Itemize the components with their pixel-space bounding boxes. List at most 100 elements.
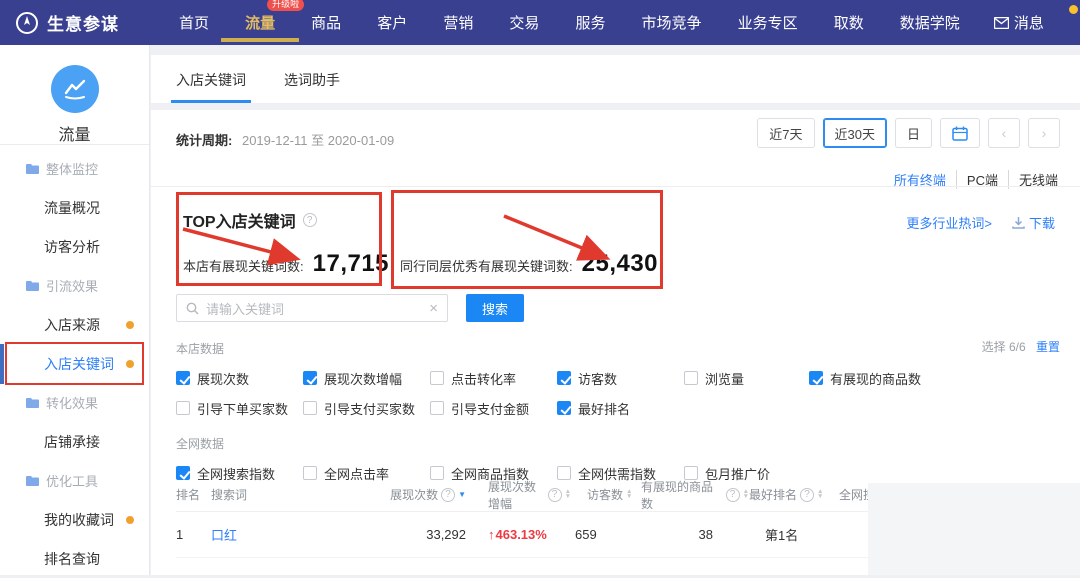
- peer-keyword-metric: 同行同层优秀有展现关键词数: 25,430: [400, 250, 658, 278]
- sidebar-item-my-favorite-words[interactable]: 我的收藏词: [0, 500, 149, 539]
- stat-period: 统计周期: 2019-12-11 至 2020-01-09: [176, 130, 394, 149]
- clear-input-icon[interactable]: ×: [429, 300, 438, 317]
- selected-item-indicator: [0, 344, 4, 384]
- sidebar-item-store-undertake[interactable]: 店铺承接: [0, 422, 149, 461]
- cell-impressions: 33,292: [386, 527, 466, 542]
- option-best-rank[interactable]: 最好排名: [557, 397, 684, 419]
- checkbox[interactable]: [557, 371, 571, 385]
- option-guided-order-buyers[interactable]: 引导下单买家数: [176, 397, 303, 419]
- cell-products: 38: [641, 527, 749, 542]
- nav-item-trade[interactable]: 交易: [507, 8, 541, 37]
- help-icon[interactable]: ?: [800, 488, 814, 502]
- nav-item-home[interactable]: 首页: [177, 8, 211, 37]
- sort-icon[interactable]: ▲▼: [817, 490, 823, 499]
- app-brand[interactable]: 生意参谋: [15, 10, 119, 35]
- checkbox[interactable]: [430, 371, 444, 385]
- sidebar-item-visitor-analysis[interactable]: 访客分析: [0, 227, 149, 266]
- messages-entry[interactable]: 消息: [994, 12, 1044, 33]
- option-impression-growth[interactable]: 展现次数增幅: [303, 367, 430, 389]
- nav-item-data-fetch[interactable]: 取数: [832, 8, 866, 37]
- checkbox[interactable]: [684, 371, 698, 385]
- checkbox[interactable]: [430, 401, 444, 415]
- last-7-days-button[interactable]: 近7天: [757, 118, 814, 148]
- col-impressions[interactable]: 展现次数 ? ▼: [386, 486, 466, 503]
- section-divider: [151, 186, 1080, 187]
- sort-icon[interactable]: ▲▼: [626, 490, 632, 499]
- checkbox[interactable]: [809, 371, 823, 385]
- calendar-button[interactable]: [940, 118, 980, 148]
- sidebar-item-rank-query[interactable]: 排名查询: [0, 539, 149, 578]
- next-period-button[interactable]: ›: [1028, 118, 1060, 148]
- stat-period-value: 2019-12-11 至 2020-01-09: [242, 133, 394, 148]
- nav-item-business-zone[interactable]: 业务专区: [736, 8, 800, 37]
- more-industry-hotwords-link[interactable]: 更多行业热词>: [906, 213, 992, 232]
- sidebar-group-optimize-tools[interactable]: 优化工具: [0, 461, 149, 500]
- download-link[interactable]: 下载: [1012, 213, 1055, 232]
- reset-link[interactable]: 重置: [1036, 340, 1060, 354]
- checkbox[interactable]: [176, 401, 190, 415]
- cell-rank: 1: [176, 527, 211, 542]
- keyword-search-row: 请输入关键词 × 搜索: [176, 294, 524, 322]
- col-visitors[interactable]: 访客数 ▲▼: [571, 486, 641, 503]
- checkbox[interactable]: [176, 371, 190, 385]
- calendar-icon: [952, 126, 968, 141]
- sidebar: 流量 整体监控 流量概况 访客分析 引流效果 入店来源 入店关键词 转化效果 店…: [0, 45, 150, 575]
- help-icon[interactable]: ?: [303, 213, 317, 227]
- col-rank: 排名: [176, 486, 211, 503]
- prev-period-button[interactable]: ‹: [988, 118, 1020, 148]
- sidebar-group-conversion[interactable]: 转化效果: [0, 383, 149, 422]
- help-icon[interactable]: ?: [726, 488, 740, 502]
- tab-word-picker[interactable]: 选词助手: [284, 70, 340, 103]
- sidebar-group-overall-monitor[interactable]: 整体监控: [0, 149, 149, 188]
- sidebar-item-traffic-overview[interactable]: 流量概况: [0, 188, 149, 227]
- option-pageviews[interactable]: 浏览量: [684, 367, 809, 389]
- option-impressions[interactable]: 展现次数: [176, 367, 303, 389]
- nav-item-service[interactable]: 服务: [573, 8, 607, 37]
- help-icon[interactable]: ?: [548, 488, 562, 502]
- peer-metric-value: 25,430: [582, 250, 658, 278]
- keyword-search-input[interactable]: 请输入关键词 ×: [176, 294, 448, 322]
- folder-icon: [26, 397, 39, 408]
- option-guided-pay-buyers[interactable]: 引导支付买家数: [303, 397, 430, 419]
- selection-count: 选择 6/6: [982, 340, 1026, 354]
- orange-dot: [126, 516, 134, 524]
- option-products-with-impressions[interactable]: 有展现的商品数: [809, 367, 1062, 389]
- checkbox[interactable]: [557, 401, 571, 415]
- checkbox[interactable]: [303, 401, 317, 415]
- help-icon[interactable]: ?: [441, 488, 455, 502]
- tab-bar: 入店关键词 选词助手: [151, 55, 1080, 103]
- nav-item-marketing[interactable]: 营销: [441, 8, 475, 37]
- folder-icon: [26, 163, 39, 174]
- shop-options-grid: 展现次数 展现次数增幅 点击转化率 访客数 浏览量 有展现的商品数 引导下单买家…: [176, 367, 1062, 419]
- day-button[interactable]: 日: [895, 118, 932, 148]
- traffic-module-icon[interactable]: [51, 65, 99, 113]
- nav-item-customers[interactable]: 客户: [375, 8, 409, 37]
- nav-item-products[interactable]: 商品: [309, 8, 343, 37]
- option-visitors[interactable]: 访客数: [557, 367, 684, 389]
- option-guided-pay-amount[interactable]: 引导支付金额: [430, 397, 557, 419]
- nav-item-traffic[interactable]: 流量 升级啦: [243, 8, 277, 37]
- last-30-days-button[interactable]: 近30天: [823, 118, 887, 148]
- nav-item-data-academy[interactable]: 数据学院: [898, 8, 962, 37]
- metric-filters: 本店数据 选择 6/6 重置 展现次数 展现次数增幅 点击转化率 访客数 浏览量…: [176, 340, 1062, 484]
- sidebar-menu: 整体监控 流量概况 访客分析 引流效果 入店来源 入店关键词 转化效果 店铺承接…: [0, 145, 149, 578]
- nav-item-market-competition[interactable]: 市场竞争: [640, 8, 704, 37]
- checkbox[interactable]: [303, 371, 317, 385]
- increase-arrow-icon: 463.13%: [488, 527, 547, 542]
- sidebar-group-traffic-effect[interactable]: 引流效果: [0, 266, 149, 305]
- col-best-rank[interactable]: 最好排名 ? ▲▼: [749, 486, 839, 503]
- cell-growth: 463.13%: [466, 527, 571, 542]
- tab-store-keywords[interactable]: 入店关键词: [176, 70, 246, 103]
- col-products[interactable]: 有展现的商品数 ? ▲▼: [641, 478, 749, 512]
- col-impression-growth[interactable]: 展现次数增幅 ? ▲▼: [466, 478, 571, 512]
- keyword-link[interactable]: 口红: [211, 528, 237, 543]
- main-content: 入店关键词 选词助手 统计周期: 2019-12-11 至 2020-01-09…: [151, 45, 1080, 575]
- orange-dot: [126, 360, 134, 368]
- sidebar-item-store-source[interactable]: 入店来源: [0, 305, 149, 344]
- option-click-conversion[interactable]: 点击转化率: [430, 367, 557, 389]
- shop-data-group-label: 本店数据: [176, 340, 1062, 357]
- sort-desc-icon[interactable]: ▼: [458, 490, 466, 499]
- sidebar-item-store-keywords[interactable]: 入店关键词: [0, 344, 149, 383]
- search-button[interactable]: 搜索: [466, 294, 524, 322]
- peer-metric-label: 同行同层优秀有展现关键词数:: [400, 256, 573, 275]
